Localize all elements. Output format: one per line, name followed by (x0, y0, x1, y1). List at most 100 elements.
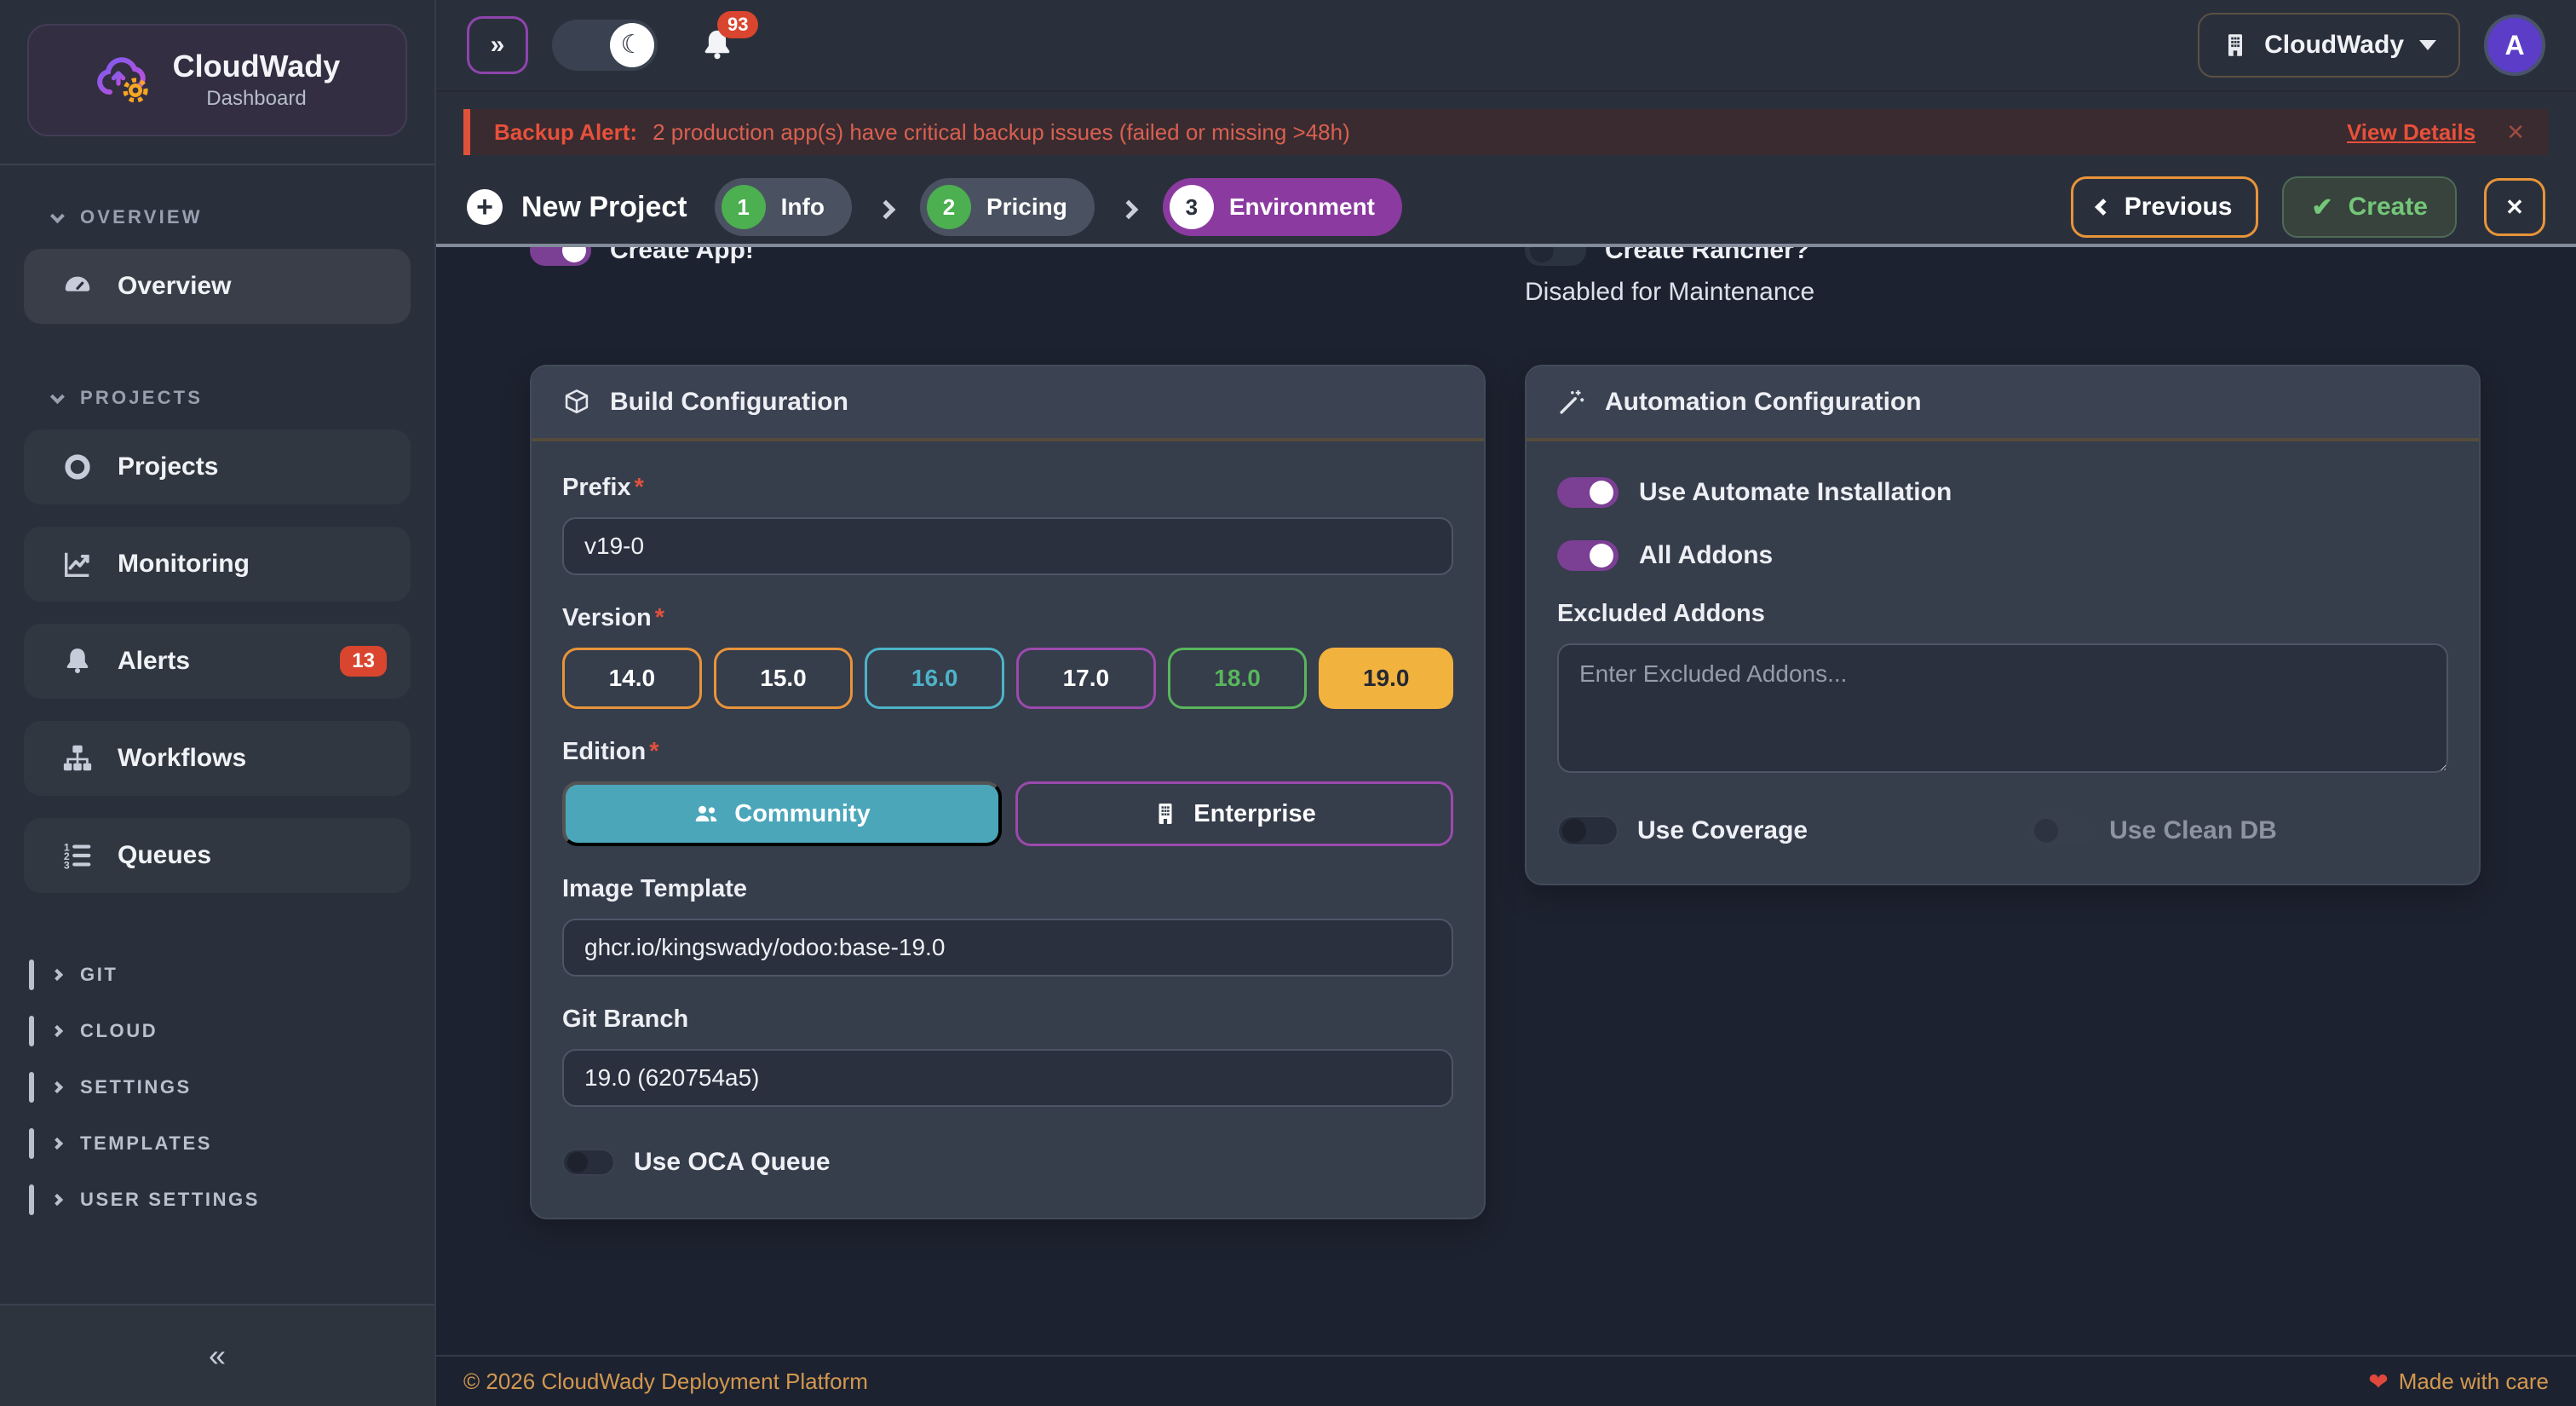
sidebar-item-label: Projects (118, 452, 218, 481)
copyright-text: © 2026 CloudWady Deployment Platform (463, 1369, 868, 1395)
cube-icon (562, 388, 591, 417)
view-details-link[interactable]: View Details (2347, 119, 2475, 146)
use-clean-db-toggle (2029, 815, 2090, 846)
footer: © 2026 CloudWady Deployment Platform ❤ M… (436, 1355, 2576, 1406)
use-clean-db-label: Use Clean DB (2109, 816, 2277, 845)
create-rancher-label: Create Rancher? (1605, 247, 1809, 265)
check-icon: ✔ (2311, 193, 2332, 222)
create-button[interactable]: ✔ Create (2282, 176, 2457, 238)
sidebar-item-queues[interactable]: 1 2 3 Queues (24, 818, 411, 893)
circle-icon (61, 451, 94, 483)
wizard-bar: + New Project 1 Info 2 Pricing 3 Environ… (436, 170, 2576, 247)
use-coverage-label: Use Coverage (1637, 816, 1808, 845)
alert-message: 2 production app(s) have critical backup… (653, 119, 1350, 146)
version-option-15[interactable]: 15.0 (714, 648, 854, 709)
sidebar-expand-button[interactable]: » (467, 16, 528, 74)
building-icon (2222, 32, 2249, 59)
bell-icon (61, 645, 94, 677)
edition-options: Community (562, 781, 1453, 846)
chevron-down-icon (50, 389, 65, 404)
sidebar-item-label: Queues (118, 841, 211, 870)
version-option-19-selected[interactable]: 19.0 (1319, 648, 1453, 709)
chevron-right-icon (51, 969, 63, 981)
section-header-overview[interactable]: OVERVIEW (51, 206, 434, 228)
org-name: CloudWady (2264, 31, 2404, 60)
chevron-right-icon (1119, 199, 1139, 219)
sidebar-item-alerts[interactable]: Alerts 13 (24, 624, 411, 699)
edition-label: Edition* (562, 738, 1453, 766)
sidebar-section-user-settings[interactable]: USER SETTINGS (29, 1184, 434, 1215)
sidebar-item-label: Monitoring (118, 550, 250, 579)
alerts-count-badge: 13 (340, 646, 387, 677)
moon-icon: ☾ (610, 23, 654, 67)
edition-community-selected[interactable]: Community (562, 781, 1002, 846)
all-addons-toggle[interactable] (1557, 540, 1619, 571)
notifications-button[interactable]: 93 (699, 26, 736, 64)
step-number: 3 (1170, 185, 1214, 229)
create-app-toggle[interactable] (530, 247, 591, 266)
alert-close-icon[interactable]: ✕ (2506, 119, 2525, 146)
app-title: CloudWady (173, 49, 341, 84)
version-option-14[interactable]: 14.0 (562, 648, 702, 709)
sidebar-item-monitoring[interactable]: Monitoring (24, 527, 411, 602)
user-avatar[interactable]: A (2484, 14, 2545, 76)
edition-enterprise[interactable]: Enterprise (1015, 781, 1453, 846)
build-configuration-card: Build Configuration Prefix* Version* 14.… (530, 365, 1486, 1219)
sidebar-section-settings[interactable]: SETTINGS (29, 1072, 434, 1103)
wizard-close-button[interactable]: ✕ (2484, 178, 2545, 236)
previous-button[interactable]: Previous (2071, 176, 2259, 238)
use-coverage-toggle[interactable] (1557, 815, 1619, 846)
sidebar-item-projects[interactable]: Projects (24, 429, 411, 504)
sidebar-collapse-button[interactable]: « (198, 1336, 236, 1375)
gauge-icon (61, 270, 94, 303)
wizard-step-environment[interactable]: 3 Environment (1163, 178, 1402, 236)
main-area: » ☾ 93 (436, 0, 2576, 1406)
image-template-label: Image Template (562, 875, 1453, 903)
config-cards: Build Configuration Prefix* Version* 14.… (530, 365, 2482, 1219)
svg-text:3: 3 (64, 860, 70, 872)
section-header-projects[interactable]: PROJECTS (51, 387, 434, 409)
magic-wand-icon (1557, 388, 1586, 417)
wizard-title: New Project (521, 191, 687, 224)
org-switcher-button[interactable]: CloudWady (2198, 13, 2460, 78)
use-automate-installation-label: Use Automate Installation (1639, 478, 1952, 507)
version-option-17[interactable]: 17.0 (1016, 648, 1156, 709)
dark-mode-toggle[interactable]: ☾ (552, 20, 658, 71)
sitemap-icon (61, 742, 94, 775)
use-oca-queue-label: Use OCA Queue (634, 1148, 831, 1177)
version-label: Version* (562, 604, 1453, 632)
sidebar-section-cloud[interactable]: CLOUD (29, 1016, 434, 1046)
sidebar-item-workflows[interactable]: Workflows (24, 721, 411, 796)
step-number: 1 (722, 185, 766, 229)
image-template-input[interactable] (562, 919, 1453, 977)
wizard-step-pricing[interactable]: 2 Pricing (920, 178, 1095, 236)
prefix-input[interactable] (562, 517, 1453, 575)
version-option-18[interactable]: 18.0 (1168, 648, 1308, 709)
cloud-gear-logo-icon (95, 55, 152, 106)
use-automate-installation-toggle[interactable] (1557, 477, 1619, 508)
excluded-addons-textarea[interactable] (1557, 643, 2448, 773)
sidebar-item-overview[interactable]: Overview (24, 249, 411, 324)
prefix-label: Prefix* (562, 474, 1453, 502)
create-rancher-toggle (1525, 247, 1586, 266)
use-oca-queue-toggle[interactable] (562, 1149, 615, 1176)
git-branch-label: Git Branch (562, 1006, 1453, 1034)
auto-install-row: Use Automate Installation (1557, 477, 2448, 508)
alert-title: Backup Alert: (494, 119, 637, 146)
build-card-title: Build Configuration (610, 388, 848, 417)
building-icon (1153, 801, 1178, 827)
sidebar-section-templates[interactable]: TEMPLATES (29, 1128, 434, 1159)
git-branch-input[interactable] (562, 1049, 1453, 1107)
required-asterisk: * (655, 604, 664, 631)
app-logo: CloudWady Dashboard (27, 24, 407, 136)
version-option-16[interactable]: 16.0 (865, 648, 1004, 709)
chevron-right-icon (877, 199, 896, 219)
sidebar: CloudWady Dashboard OVERVIEW Overview PR… (0, 0, 436, 1406)
app-subtitle: Dashboard (173, 87, 341, 111)
sidebar-divider (0, 164, 434, 165)
sidebar-item-label: Overview (118, 272, 231, 301)
sidebar-section-git[interactable]: GIT (29, 959, 434, 990)
wizard-step-info[interactable]: 1 Info (715, 178, 852, 236)
chevron-right-icon (51, 1194, 63, 1206)
version-options: 14.0 15.0 16.0 17.0 18.0 19.0 (562, 648, 1453, 709)
